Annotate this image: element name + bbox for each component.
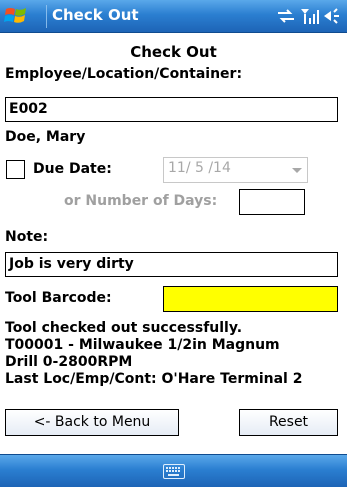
due-date-label: Due Date:: [33, 161, 112, 177]
barcode-input[interactable]: [163, 286, 338, 312]
barcode-label: Tool Barcode:: [5, 290, 112, 306]
note-input[interactable]: Job is very dirty: [5, 252, 338, 277]
window-title: Check Out: [52, 6, 139, 24]
status-line: T00001 - Milwaukee 1/2in Magnum: [5, 337, 280, 353]
days-label: or Number of Days:: [64, 193, 218, 209]
note-label: Note:: [5, 229, 49, 245]
employee-name: Doe, Mary: [5, 129, 86, 145]
due-date-picker[interactable]: 11/ 5 /14: [163, 157, 308, 183]
title-bar: Check Out: [0, 0, 347, 33]
signal-icon[interactable]: [300, 7, 320, 29]
employee-label: Employee/Location/Container:: [5, 66, 243, 82]
status-line: Last Loc/Emp/Cont: O'Hare Terminal 2: [5, 371, 303, 387]
status-line: Tool checked out successfully.: [5, 320, 243, 336]
status-line: Drill 0-2800RPM: [5, 354, 133, 370]
employee-input[interactable]: E002: [5, 97, 338, 122]
due-date-value: 11/ 5 /14: [168, 160, 231, 176]
back-to-menu-button[interactable]: <- Back to Menu: [5, 409, 179, 436]
chevron-down-icon: [292, 168, 302, 173]
sync-icon[interactable]: [276, 7, 296, 29]
windows-start-icon[interactable]: [4, 5, 30, 27]
keyboard-icon[interactable]: [163, 464, 185, 479]
status-message: Tool checked out successfully. T00001 - …: [5, 320, 302, 388]
reset-button[interactable]: Reset: [239, 409, 338, 436]
title-separator: [46, 5, 47, 28]
bottom-bar: [0, 454, 347, 487]
due-date-checkbox[interactable]: [6, 160, 25, 179]
days-input[interactable]: [239, 189, 305, 215]
form-heading: Check Out: [130, 43, 217, 61]
volume-icon[interactable]: [322, 7, 342, 29]
